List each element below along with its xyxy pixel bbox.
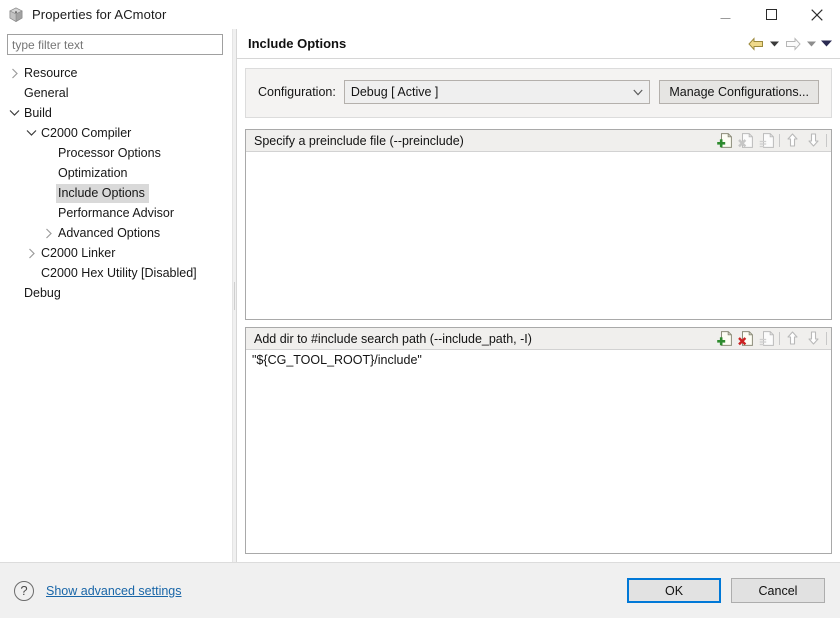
page-title: Include Options [248, 36, 347, 51]
title-bar: Properties for ACmotor [0, 0, 840, 29]
tree-item-general[interactable]: General [0, 83, 232, 103]
preinclude-panel: Specify a preinclude file (--preinclude) [245, 129, 832, 320]
project-cube-icon [7, 6, 25, 24]
preinclude-list[interactable] [246, 152, 831, 319]
include-path-panel-title: Add dir to #include search path (--inclu… [254, 331, 532, 346]
page-content: Configuration: Debug [ Active ] Manage C… [237, 59, 840, 562]
tree-item-performance-advisor[interactable]: Performance Advisor [0, 203, 232, 223]
tree-item-label: C2000 Linker [41, 245, 116, 260]
configuration-select[interactable]: Debug [ Active ] [343, 80, 651, 104]
include-path-list[interactable]: "${CG_TOOL_ROOT}/include" [246, 350, 831, 553]
forward-history-chevron-down-icon[interactable] [804, 33, 819, 55]
delete-icon[interactable] [735, 329, 756, 349]
chevron-down-icon[interactable] [24, 129, 39, 137]
chevron-right-icon[interactable] [41, 228, 56, 239]
configuration-group: Configuration: Debug [ Active ] Manage C… [245, 68, 832, 118]
toolbar-separator [779, 332, 780, 345]
preinclude-panel-title: Specify a preinclude file (--preinclude) [254, 133, 464, 148]
minimize-button[interactable] [702, 0, 748, 29]
help-icon[interactable]: ? [14, 580, 34, 601]
chevron-right-icon[interactable] [7, 68, 22, 79]
ok-button[interactable]: OK [627, 578, 721, 603]
edit-icon [756, 131, 777, 151]
properties-dialog: Properties for ACmotor type filter text … [0, 0, 840, 618]
delete-icon [735, 131, 756, 151]
tree-item-label: Debug [24, 285, 61, 300]
tree-item-label: Advanced Options [58, 225, 161, 240]
move-up-icon [782, 131, 803, 151]
add-icon[interactable] [714, 329, 735, 349]
tree-item-c2000-compiler[interactable]: C2000 Compiler [0, 123, 232, 143]
configuration-selected-value: Debug [ Active ] [350, 85, 439, 99]
move-down-icon [803, 329, 824, 349]
maximize-button[interactable] [748, 0, 794, 29]
tree-item-label: Include Options [56, 183, 149, 203]
tree-item-label: C2000 Hex Utility [Disabled] [41, 265, 197, 280]
manage-configurations-button[interactable]: Manage Configurations... [659, 80, 819, 104]
toolbar-separator [826, 134, 827, 147]
tree-item-c2000-linker[interactable]: C2000 Linker [0, 243, 232, 263]
tree-item-advanced-options[interactable]: Advanced Options [0, 223, 232, 243]
filter-input[interactable]: type filter text [7, 34, 223, 55]
tree-item-label: Resource [24, 65, 78, 80]
window-controls [702, 0, 840, 29]
show-advanced-settings-link[interactable]: Show advanced settings [46, 584, 182, 598]
tree-item-resource[interactable]: Resource [0, 63, 232, 83]
toolbar-separator [779, 134, 780, 147]
page-nav-buttons [745, 33, 834, 55]
include-path-toolbar [714, 329, 829, 349]
filter-placeholder: type filter text [12, 37, 84, 52]
edit-icon [756, 329, 777, 349]
back-history-chevron-down-icon[interactable] [767, 33, 782, 55]
preinclude-panel-header: Specify a preinclude file (--preinclude) [246, 130, 831, 152]
dialog-footer: ? Show advanced settings OK Cancel [0, 562, 840, 618]
tree-item-label: General [24, 85, 69, 100]
back-icon[interactable] [745, 33, 767, 55]
add-icon[interactable] [714, 131, 735, 151]
tree-item-build[interactable]: Build [0, 103, 232, 123]
settings-tree[interactable]: Resource General Build C2000 Compiler Proces… [0, 62, 232, 303]
forward-icon[interactable] [782, 33, 804, 55]
include-path-panel-header: Add dir to #include search path (--inclu… [246, 328, 831, 350]
tree-item-processor-options[interactable]: Processor Options [0, 143, 232, 163]
chevron-down-icon [629, 81, 647, 103]
tree-item-label: Build [24, 105, 52, 120]
dialog-body: type filter text Resource General Build C20… [0, 29, 840, 562]
move-up-icon [782, 329, 803, 349]
include-path-panel: Add dir to #include search path (--inclu… [245, 327, 832, 554]
tree-item-include-options[interactable]: Include Options [0, 183, 232, 203]
move-down-icon [803, 131, 824, 151]
list-item[interactable]: "${CG_TOOL_ROOT}/include" [250, 352, 827, 369]
tree-item-optimization[interactable]: Optimization [0, 163, 232, 183]
navigation-pane: type filter text Resource General Build C20… [0, 29, 232, 562]
cancel-button[interactable]: Cancel [731, 578, 825, 603]
view-menu-chevron-down-icon[interactable] [819, 33, 834, 55]
page-header: Include Options [237, 29, 840, 59]
tree-item-label: Processor Options [58, 145, 161, 160]
content-pane: Include Options Configuration: Debug [A… [237, 29, 840, 562]
close-button[interactable] [794, 0, 840, 29]
tree-item-debug[interactable]: Debug [0, 283, 232, 303]
tree-item-label: Optimization [58, 165, 128, 180]
toolbar-separator [826, 332, 827, 345]
tree-item-label: Performance Advisor [58, 205, 175, 220]
window-title: Properties for ACmotor [32, 7, 167, 22]
chevron-down-icon[interactable] [7, 109, 22, 117]
tree-item-label: C2000 Compiler [41, 125, 132, 140]
preinclude-toolbar [714, 131, 829, 151]
tree-item-c2000-hex-utility-disabled[interactable]: C2000 Hex Utility [Disabled] [0, 263, 232, 283]
configuration-label: Configuration: [258, 85, 336, 99]
chevron-right-icon[interactable] [24, 248, 39, 259]
